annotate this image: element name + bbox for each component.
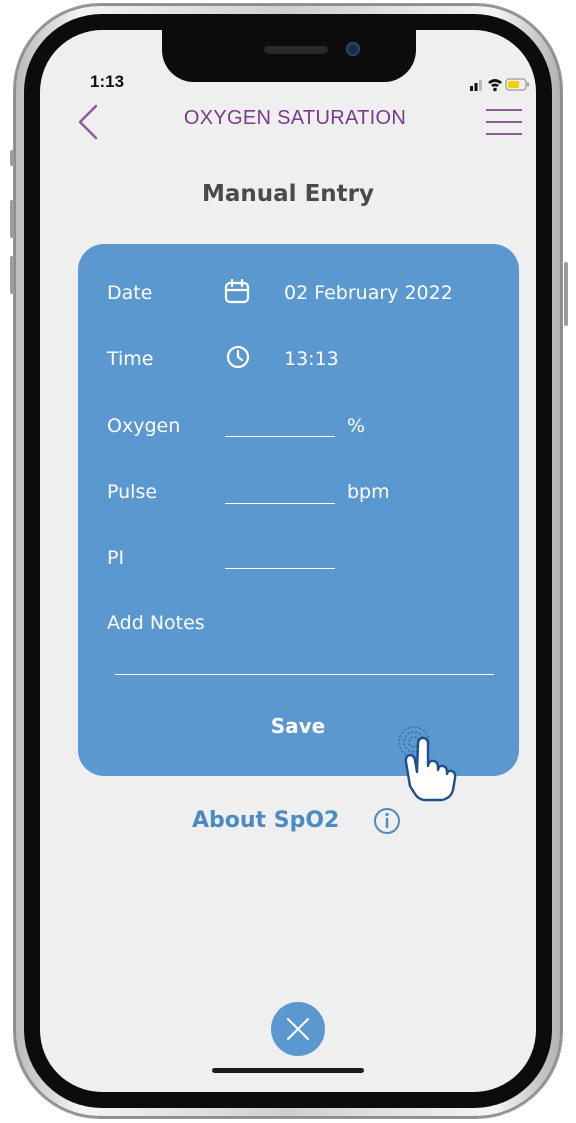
signal-wifi-battery-icons <box>470 78 529 92</box>
pulse-label: Pulse <box>107 481 158 503</box>
front-camera <box>346 42 360 56</box>
status-time: 1:13 <box>90 72 125 91</box>
tap-hand-icon <box>398 726 457 802</box>
oxygen-unit: % <box>347 415 366 437</box>
pi-label: PI <box>107 547 125 569</box>
hamburger-menu-icon <box>486 133 522 135</box>
power-button <box>564 262 568 326</box>
close-button[interactable] <box>270 1001 326 1057</box>
save-button[interactable]: Save <box>230 708 366 744</box>
manual-entry-card <box>78 244 519 776</box>
calendar-icon[interactable] <box>224 279 250 305</box>
clock-icon[interactable] <box>226 345 250 369</box>
back-button[interactable] <box>76 104 100 140</box>
date-value[interactable]: 02 February 2022 <box>284 282 453 304</box>
pi-input[interactable] <box>225 568 335 569</box>
volume-down-button <box>10 256 14 294</box>
home-indicator[interactable] <box>212 1068 364 1073</box>
mute-switch <box>10 150 14 166</box>
pulse-input[interactable] <box>225 503 335 504</box>
oxygen-input[interactable] <box>225 436 335 437</box>
oxygen-label: Oxygen <box>107 415 181 437</box>
time-value[interactable]: 13:13 <box>284 348 339 370</box>
section-title: Manual Entry <box>202 181 374 207</box>
menu-button[interactable] <box>486 108 522 136</box>
time-label: Time <box>107 348 154 370</box>
about-spo2-label: About SpO2 <box>192 808 340 833</box>
info-icon[interactable] <box>372 806 402 836</box>
speaker-grille <box>264 46 328 54</box>
hamburger-menu-icon <box>486 121 522 123</box>
date-label: Date <box>107 282 153 304</box>
notch <box>162 30 416 82</box>
page-title: OXYGEN SATURATION <box>183 107 407 129</box>
chevron-left-icon <box>78 104 98 140</box>
status-icons <box>470 76 530 92</box>
hamburger-menu-icon <box>486 109 522 111</box>
pulse-unit: bpm <box>347 481 390 503</box>
notes-label: Add Notes <box>107 612 205 634</box>
notes-input[interactable] <box>115 674 494 675</box>
